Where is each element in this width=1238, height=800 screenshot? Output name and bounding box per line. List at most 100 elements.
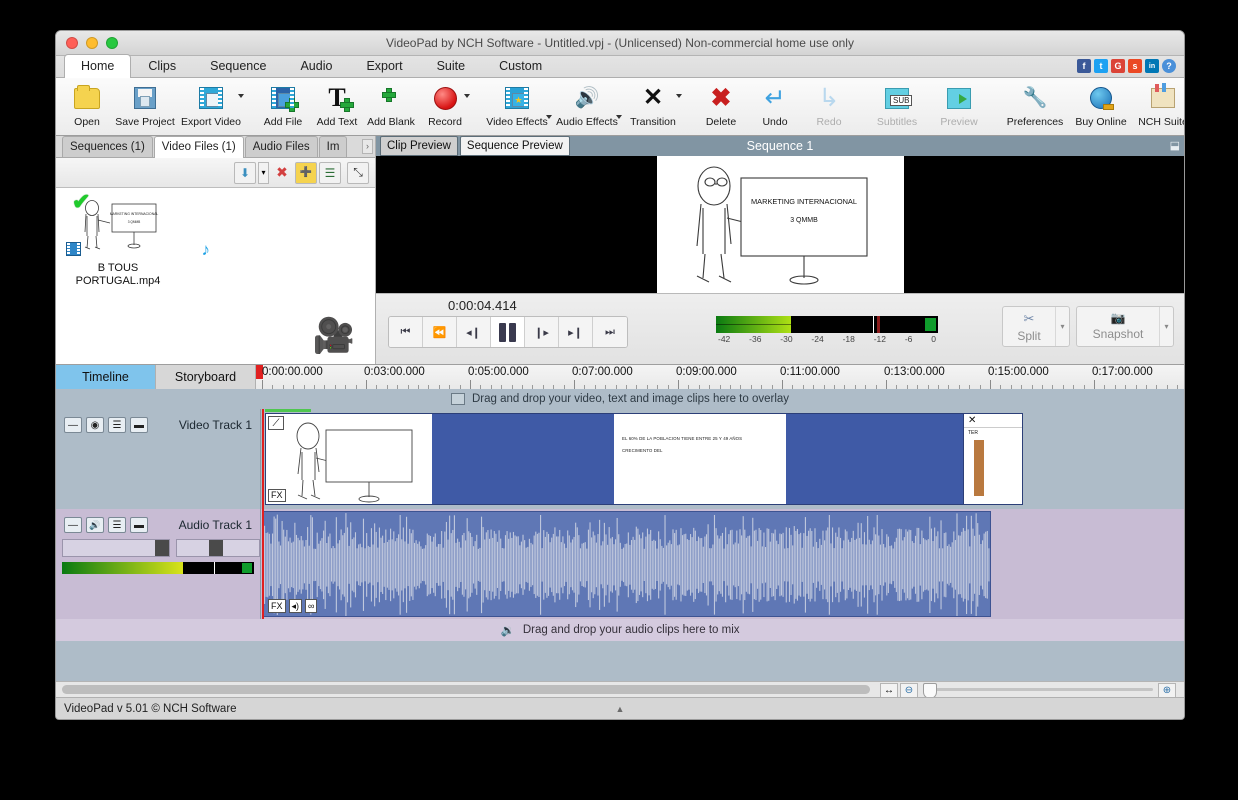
expand-preview-icon[interactable]: ⬓ (1170, 139, 1180, 152)
zoom-fit-button[interactable]: ↔ (880, 683, 898, 698)
bin-tab-images[interactable]: Im (318, 136, 347, 157)
maximize-window-button[interactable] (106, 37, 118, 49)
tab-sequence-preview[interactable]: Sequence Preview (459, 136, 570, 156)
export-video-dropdown-icon[interactable] (238, 94, 244, 98)
playhead[interactable] (262, 509, 264, 619)
clip-link-button[interactable]: ∞ (305, 599, 318, 613)
snapshot-dropdown-icon[interactable]: ▾ (1159, 307, 1173, 346)
tab-timeline[interactable]: Timeline (56, 365, 156, 389)
close-window-button[interactable] (66, 37, 78, 49)
collapse-track-button[interactable]: — (64, 417, 82, 433)
audio-drop-hint[interactable]: 🔉 Drag and drop your audio clips here to… (56, 619, 1184, 641)
timeline-ruler[interactable]: 0:00:00.000 0:03:00.000 0:05:00.000 0:07… (256, 365, 1184, 389)
add-text-button[interactable]: T Add Text (310, 80, 364, 135)
save-project-icon (134, 83, 156, 113)
bin-item[interactable]: MARKETING INTERNACIONAL 3 QMMB ✔ ♪ B TOU… (64, 191, 210, 288)
jump-end-button[interactable]: ⏭ (593, 317, 627, 347)
pan-slider[interactable] (176, 539, 260, 557)
window-controls[interactable] (56, 37, 118, 49)
ribbon-tab-export[interactable]: Export (349, 54, 419, 77)
split-button[interactable]: ✂ Split ▾ (1002, 306, 1070, 347)
lock-track-icon[interactable]: ▬ (130, 417, 148, 433)
preview-button[interactable]: Preview (928, 80, 990, 135)
bin-items-area[interactable]: MARKETING INTERNACIONAL 3 QMMB ✔ ♪ B TOU… (56, 188, 375, 364)
video-effects-button[interactable]: ★ Video Effects (482, 80, 552, 135)
clip-fx-button[interactable]: FX (268, 599, 286, 613)
delete-button[interactable]: ✖ Delete (694, 80, 748, 135)
zoom-slider[interactable] (923, 683, 1153, 699)
add-blank-button[interactable]: Add Blank (364, 80, 418, 135)
overlay-drop-hint[interactable]: Drag and drop your video, text and image… (56, 389, 1184, 409)
help-icon[interactable]: ? (1162, 59, 1176, 73)
list-view-button[interactable]: ☰ (319, 161, 341, 184)
volume-slider[interactable] (62, 539, 170, 557)
transition-button[interactable]: ✕ Transition (622, 80, 684, 135)
video-track-body[interactable]: EL 60% DE LA POBLACION TIENE ENTRE 25 Y … (261, 409, 1184, 509)
prev-frame-button[interactable]: ⏪ (423, 317, 457, 347)
facebook-icon[interactable]: f (1077, 59, 1091, 73)
collapse-track-button[interactable]: — (64, 517, 82, 533)
add-media-dropdown[interactable]: ▾ (258, 161, 269, 184)
zoom-in-button[interactable]: ⊕ (1158, 683, 1176, 698)
ribbon-tab-clips[interactable]: Clips (131, 54, 193, 77)
snapshot-button[interactable]: 📷 Snapshot ▾ (1076, 306, 1174, 347)
track-group-icon[interactable]: ☰ (108, 517, 126, 533)
step-forward-button[interactable]: ❙▸ (525, 317, 559, 347)
preferences-button[interactable]: 🔧 Preferences (1000, 80, 1070, 135)
undo-button[interactable]: ↵ Undo (748, 80, 802, 135)
new-folder-button[interactable]: ➕ (295, 161, 317, 184)
tab-clip-preview[interactable]: Clip Preview (380, 136, 458, 156)
add-media-button[interactable]: ⬇ (234, 161, 256, 184)
save-project-button[interactable]: Save Project (114, 80, 176, 135)
bin-tab-audio-files[interactable]: Audio Files (244, 136, 318, 157)
remove-media-button[interactable]: ✖ (271, 162, 293, 184)
ribbon-tab-home[interactable]: Home (64, 54, 132, 78)
audio-track-body[interactable]: FX ◂) ∞ (261, 509, 1184, 619)
twitter-icon[interactable]: t (1094, 59, 1108, 73)
split-dropdown-icon[interactable]: ▾ (1055, 307, 1069, 346)
meter-peak-marker (876, 316, 880, 333)
expand-panel-icon[interactable]: ▲ (616, 704, 625, 714)
visibility-eye-icon[interactable]: ◉ (86, 417, 104, 433)
add-file-button[interactable]: Add File (256, 80, 310, 135)
nch-suite-button[interactable]: NCH Suite (1132, 80, 1184, 135)
ribbon-tab-audio[interactable]: Audio (283, 54, 349, 77)
record-button[interactable]: Record (418, 80, 472, 135)
tab-storyboard[interactable]: Storyboard (156, 365, 256, 389)
preview-stage[interactable]: MARKETING INTERNACIONAL 3 QMMB (376, 156, 1184, 293)
clip-fx-button[interactable]: FX (268, 489, 286, 502)
minimize-window-button[interactable] (86, 37, 98, 49)
bin-tab-video-files[interactable]: Video Files (1) (153, 136, 244, 158)
subtitles-button[interactable]: SUB Subtitles (866, 80, 928, 135)
ribbon-tab-suite[interactable]: Suite (420, 54, 483, 77)
ribbon-tab-custom[interactable]: Custom (482, 54, 559, 77)
jump-start-button[interactable]: ⏮ (389, 317, 423, 347)
linkedin-icon[interactable]: in (1145, 59, 1159, 73)
zoom-out-button[interactable]: ⊖ (900, 683, 918, 698)
ribbon-tab-sequence[interactable]: Sequence (193, 54, 283, 77)
horizontal-scrollbar[interactable] (62, 685, 870, 694)
buy-online-button[interactable]: Buy Online (1070, 80, 1132, 135)
clip-volume-button[interactable]: ◂) (288, 599, 303, 613)
stumbleupon-icon[interactable]: s (1128, 59, 1142, 73)
open-button[interactable]: Open (60, 80, 114, 135)
export-video-button[interactable]: Export Video (176, 80, 246, 135)
next-frame-button[interactable]: ▸❙ (559, 317, 593, 347)
playhead[interactable] (262, 409, 264, 509)
bin-tabs-overflow-button[interactable]: › (362, 139, 373, 154)
audio-effects-button[interactable]: 🔊 Audio Effects (552, 80, 622, 135)
redo-button[interactable]: ↳ Redo (802, 80, 856, 135)
lock-track-icon[interactable]: ▬ (130, 517, 148, 533)
clip-fade-curve-icon[interactable]: ⟋ (268, 416, 284, 430)
google-plus-icon[interactable]: G (1111, 59, 1125, 73)
mute-speaker-icon[interactable]: 🔊 (86, 517, 104, 533)
bin-tab-sequences[interactable]: Sequences (1) (62, 136, 153, 157)
detach-panel-button[interactable]: ⤡ (347, 161, 369, 184)
step-back-button[interactable]: ◂❙ (457, 317, 491, 347)
save-project-label: Save Project (115, 116, 175, 128)
track-group-icon[interactable]: ☰ (108, 417, 126, 433)
clip-thumbnail-b: EL 60% DE LA POBLACION TIENE ENTRE 25 Y … (614, 414, 786, 504)
pause-button[interactable] (491, 317, 525, 347)
record-dropdown-icon[interactable] (464, 94, 470, 98)
transition-dropdown-icon[interactable] (676, 94, 682, 98)
